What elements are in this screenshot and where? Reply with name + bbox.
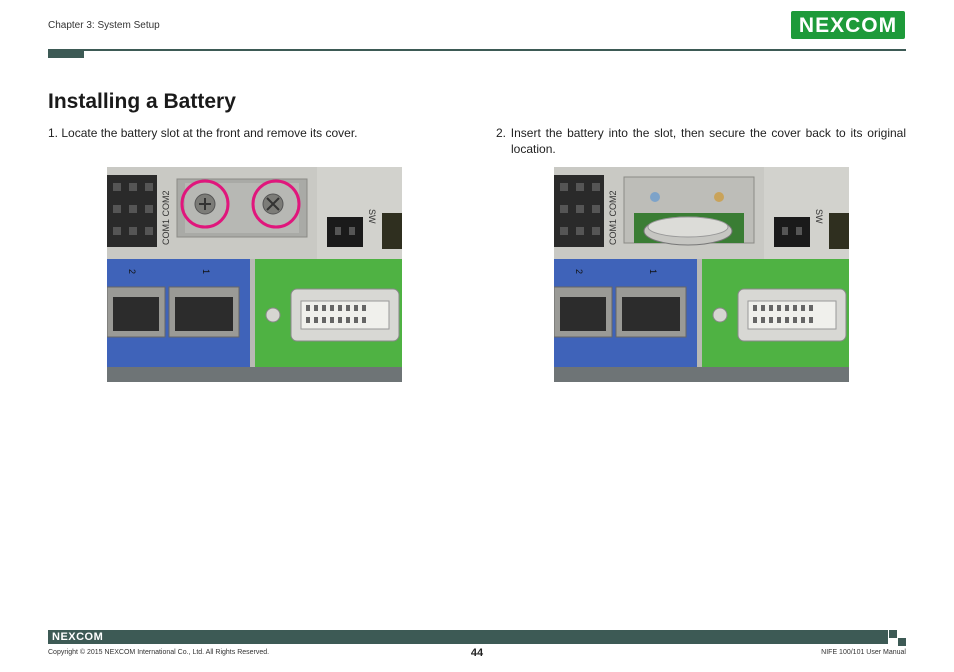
manual-name: NIFE 100/101 User Manual: [821, 649, 906, 656]
footer-bar: [48, 630, 888, 644]
photo-insert-battery-illustration: COM1 COM2 SW 2 1: [554, 167, 849, 382]
nexcom-logo: NEXCOM: [791, 11, 905, 39]
step-2-container: 2. Insert the battery into the slot, the…: [496, 125, 906, 157]
photo-remove-cover: COM1 COM2 SW 2 1: [107, 167, 402, 382]
header-divider: [48, 49, 906, 51]
lan1-label: 1: [201, 269, 211, 274]
chapter-label: Chapter 3: System Setup: [48, 20, 160, 31]
lan2-label-2: 2: [574, 269, 584, 274]
lan1-label-2: 1: [648, 269, 658, 274]
footer-square: [889, 630, 897, 638]
step-2-text: 2. Insert the battery into the slot, the…: [496, 126, 906, 156]
com-silk-label-2: COM1 COM2: [608, 190, 618, 245]
nexcom-logo-text: NEXCOM: [798, 14, 898, 37]
sw-silk-label: SW: [367, 209, 377, 224]
header-accent-block: [48, 49, 84, 58]
step-1-text: 1. Locate the battery slot at the front …: [48, 126, 358, 140]
sw-silk-label-2: SW: [814, 209, 824, 224]
com-silk-label: COM1 COM2: [161, 190, 171, 245]
footer-square: [898, 638, 906, 646]
photo-insert-battery: COM1 COM2 SW 2 1: [554, 167, 849, 382]
lan2-label: 2: [127, 269, 137, 274]
page-number: 44: [470, 647, 484, 659]
page-title: Installing a Battery: [48, 90, 236, 113]
photo-remove-cover-illustration: COM1 COM2 SW 2 1: [107, 167, 402, 382]
copyright-text: Copyright © 2015 NEXCOM International Co…: [48, 649, 270, 656]
footer-logo: NEXCOM: [52, 631, 104, 643]
